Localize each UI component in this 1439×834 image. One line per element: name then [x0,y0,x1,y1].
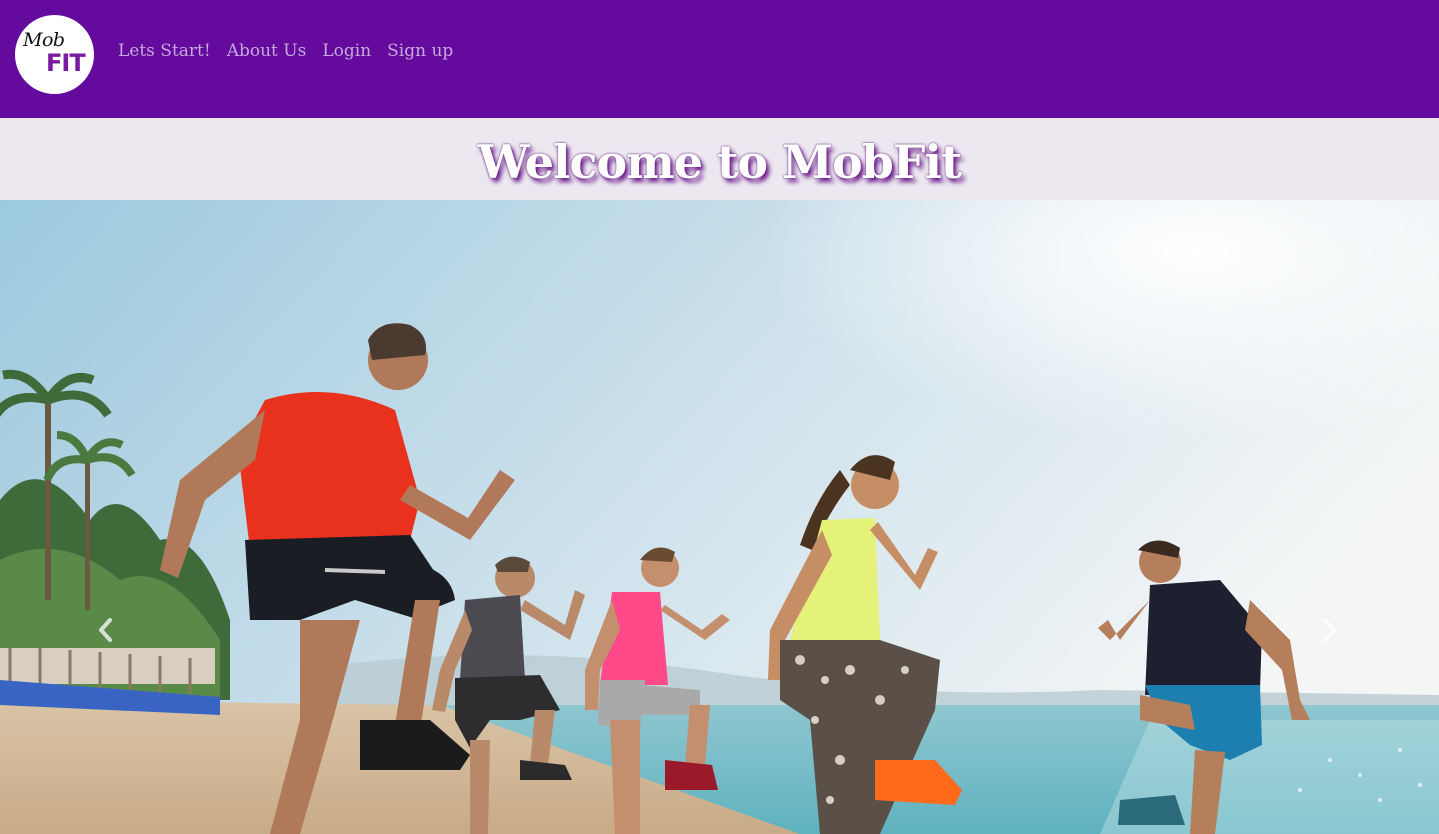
logo-text-fit: FIT [46,49,86,77]
chevron-left-icon [99,618,112,642]
carousel-prev-button[interactable] [90,606,120,654]
mobfit-logo[interactable]: Mob FIT [15,15,94,94]
nav-login-link[interactable]: Login [322,41,371,61]
nav-about-us-link[interactable]: About Us [227,41,307,61]
carousel-next-button[interactable] [1315,606,1345,654]
chevron-right-icon [1323,618,1336,642]
page-title: Welcome to MobFit [477,135,962,189]
nav-sign-up-link[interactable]: Sign up [387,41,453,61]
hero-carousel [0,200,1439,834]
logo-text-mob: Mob [23,29,65,51]
nav-lets-start-link[interactable]: Lets Start! [118,41,211,61]
nav-links: Lets Start! About Us Login Sign up [118,41,453,61]
navbar: Mob FIT Lets Start! About Us Login Sign … [0,0,1439,118]
beach-workout-photo [0,200,1439,834]
